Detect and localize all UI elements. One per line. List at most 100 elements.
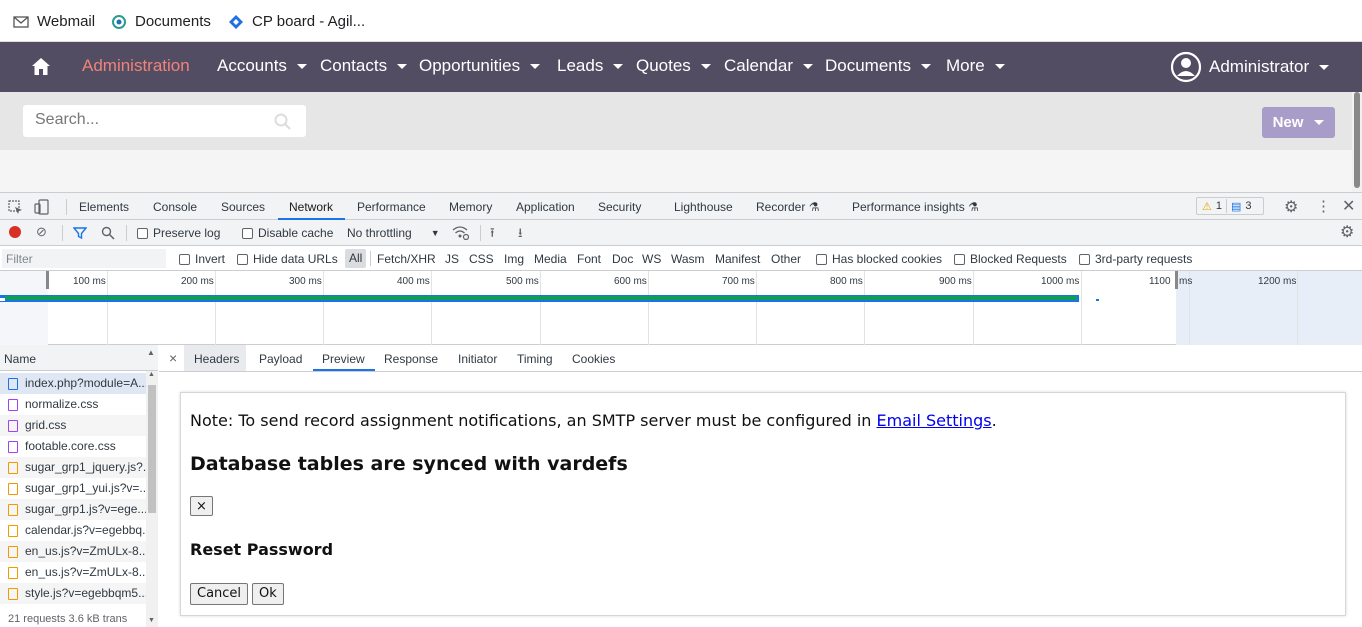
bookmark-cp-board[interactable]: CP board - Agil... bbox=[228, 13, 365, 30]
filter-type-ws[interactable]: WS bbox=[642, 252, 661, 266]
issues-counter[interactable]: ⚠ 1 ▤ 3 bbox=[1196, 197, 1264, 215]
request-list-header[interactable]: Name ▲ bbox=[0, 345, 158, 371]
nav-administration[interactable]: Administration bbox=[82, 56, 190, 76]
filter-type-media[interactable]: Media bbox=[534, 252, 567, 266]
timeline-handle-right[interactable] bbox=[1175, 271, 1178, 289]
filter-type-other[interactable]: Other bbox=[771, 252, 801, 266]
filter-type-wasm[interactable]: Wasm bbox=[671, 252, 705, 266]
tab-performance[interactable]: Performance bbox=[357, 200, 426, 214]
request-row[interactable]: style.js?v=egebbqm5... bbox=[0, 583, 146, 604]
nav-calendar[interactable]: Calendar bbox=[724, 56, 813, 76]
ok-button[interactable]: Ok bbox=[252, 583, 284, 605]
request-row[interactable]: sugar_grp1.js?v=ege... bbox=[0, 499, 146, 520]
filter-type-manifest[interactable]: Manifest bbox=[715, 252, 760, 266]
nav-documents[interactable]: Documents bbox=[825, 56, 931, 76]
filter-type-js[interactable]: JS bbox=[445, 252, 459, 266]
tab-application[interactable]: Application bbox=[516, 200, 575, 214]
inspect-element-icon[interactable] bbox=[8, 200, 23, 215]
invert-checkbox[interactable]: Invert bbox=[179, 252, 225, 266]
nav-contacts[interactable]: Contacts bbox=[320, 56, 408, 76]
tab-sources[interactable]: Sources bbox=[221, 200, 265, 214]
tab-preview[interactable]: Preview bbox=[322, 352, 365, 366]
network-conditions-icon[interactable] bbox=[452, 225, 469, 240]
close-devtools-icon[interactable]: ✕ bbox=[1342, 196, 1355, 216]
nav-more[interactable]: More bbox=[946, 56, 1005, 76]
nav-quotes[interactable]: Quotes bbox=[636, 56, 711, 76]
scroll-up-icon[interactable]: ▲ bbox=[148, 371, 155, 378]
search-input[interactable]: Search... bbox=[23, 105, 306, 137]
device-toolbar-icon[interactable] bbox=[34, 199, 50, 215]
checkbox[interactable] bbox=[242, 227, 253, 239]
close-detail-icon[interactable]: × bbox=[169, 350, 177, 366]
more-options-icon[interactable]: ⋮ bbox=[1316, 197, 1331, 215]
request-row[interactable]: en_us.js?v=ZmULx-8... bbox=[0, 562, 146, 583]
tab-cookies[interactable]: Cookies bbox=[572, 352, 615, 366]
checkbox[interactable] bbox=[1079, 253, 1090, 265]
request-row[interactable]: normalize.css bbox=[0, 394, 146, 415]
nav-leads[interactable]: Leads bbox=[557, 56, 624, 76]
preserve-log-checkbox[interactable]: Preserve log bbox=[137, 226, 220, 240]
scroll-down-icon[interactable]: ▼ bbox=[148, 617, 155, 624]
scrollbar-thumb[interactable] bbox=[1354, 92, 1360, 188]
tab-recorder[interactable]: Recorder ⚗ bbox=[756, 200, 819, 214]
hide-data-urls-checkbox[interactable]: Hide data URLs bbox=[237, 252, 338, 266]
blocked-requests-checkbox[interactable]: Blocked Requests bbox=[954, 252, 1067, 266]
filter-type-fetch[interactable]: Fetch/XHR bbox=[377, 252, 436, 266]
bookmark-webmail[interactable]: Webmail bbox=[13, 13, 95, 30]
request-row[interactable]: footable.core.css bbox=[0, 436, 146, 457]
checkbox[interactable] bbox=[237, 253, 248, 265]
home-icon[interactable] bbox=[31, 57, 51, 76]
filter-type-doc[interactable]: Doc bbox=[612, 252, 633, 266]
request-row[interactable]: sugar_grp1_jquery.js?... bbox=[0, 457, 146, 478]
request-row[interactable]: en_us.js?v=ZmULx-8... bbox=[0, 541, 146, 562]
filter-type-img[interactable]: Img bbox=[504, 252, 524, 266]
tab-lighthouse[interactable]: Lighthouse bbox=[674, 200, 733, 214]
request-row[interactable]: grid.css bbox=[0, 415, 146, 436]
throttling-select[interactable]: No throttling ▼ bbox=[347, 226, 440, 240]
search-icon[interactable] bbox=[101, 226, 115, 240]
request-row[interactable]: sugar_grp1_yui.js?v=... bbox=[0, 478, 146, 499]
new-button[interactable]: New bbox=[1262, 107, 1335, 138]
settings-gear-icon[interactable]: ⚙ bbox=[1284, 197, 1298, 217]
scrollbar-thumb[interactable] bbox=[148, 385, 156, 513]
close-button[interactable]: × bbox=[190, 496, 213, 516]
third-party-checkbox[interactable]: 3rd-party requests bbox=[1079, 252, 1192, 266]
network-settings-gear-icon[interactable]: ⚙ bbox=[1340, 222, 1354, 242]
tab-memory[interactable]: Memory bbox=[449, 200, 492, 214]
record-icon[interactable] bbox=[9, 226, 21, 238]
export-har-icon[interactable]: ⭳ bbox=[518, 224, 523, 246]
checkbox[interactable] bbox=[137, 227, 148, 239]
cancel-button[interactable]: Cancel bbox=[190, 583, 249, 605]
checkbox[interactable] bbox=[816, 253, 827, 265]
search-icon[interactable] bbox=[274, 113, 292, 131]
tab-headers[interactable]: Headers bbox=[194, 352, 239, 366]
request-list-scrollbar[interactable]: ▲ ▼ bbox=[146, 371, 158, 627]
tab-response[interactable]: Response bbox=[384, 352, 438, 366]
network-overview-timeline[interactable]: 100 ms 200 ms 300 ms 400 ms 500 ms 600 m… bbox=[0, 271, 1362, 345]
tab-network[interactable]: Network bbox=[289, 200, 333, 214]
timeline-handle-left[interactable] bbox=[46, 271, 49, 289]
tab-timing[interactable]: Timing bbox=[517, 352, 553, 366]
tab-elements[interactable]: Elements bbox=[79, 200, 129, 214]
tab-console[interactable]: Console bbox=[153, 200, 197, 214]
tab-payload[interactable]: Payload bbox=[259, 352, 302, 366]
request-row[interactable]: calendar.js?v=egebbq... bbox=[0, 520, 146, 541]
page-scrollbar[interactable] bbox=[1352, 92, 1362, 192]
blocked-cookies-checkbox[interactable]: Has blocked cookies bbox=[816, 252, 942, 266]
filter-type-font[interactable]: Font bbox=[577, 252, 601, 266]
disable-cache-checkbox[interactable]: Disable cache bbox=[242, 226, 333, 240]
clear-icon[interactable]: ⊘ bbox=[36, 224, 47, 240]
filter-input[interactable]: Filter bbox=[2, 249, 166, 268]
checkbox[interactable] bbox=[954, 253, 965, 265]
filter-icon[interactable] bbox=[73, 226, 87, 240]
checkbox[interactable] bbox=[179, 253, 190, 265]
tab-initiator[interactable]: Initiator bbox=[458, 352, 497, 366]
request-row[interactable]: index.php?module=A... bbox=[0, 373, 146, 394]
import-har-icon[interactable]: ⭱ bbox=[490, 224, 495, 246]
filter-type-css[interactable]: CSS bbox=[469, 252, 494, 266]
filter-type-all[interactable]: All bbox=[345, 249, 367, 268]
email-settings-link[interactable]: Email Settings bbox=[877, 411, 992, 430]
user-menu[interactable]: Administrator bbox=[1170, 51, 1330, 83]
nav-accounts[interactable]: Accounts bbox=[217, 56, 307, 76]
nav-opportunities[interactable]: Opportunities bbox=[419, 56, 541, 76]
